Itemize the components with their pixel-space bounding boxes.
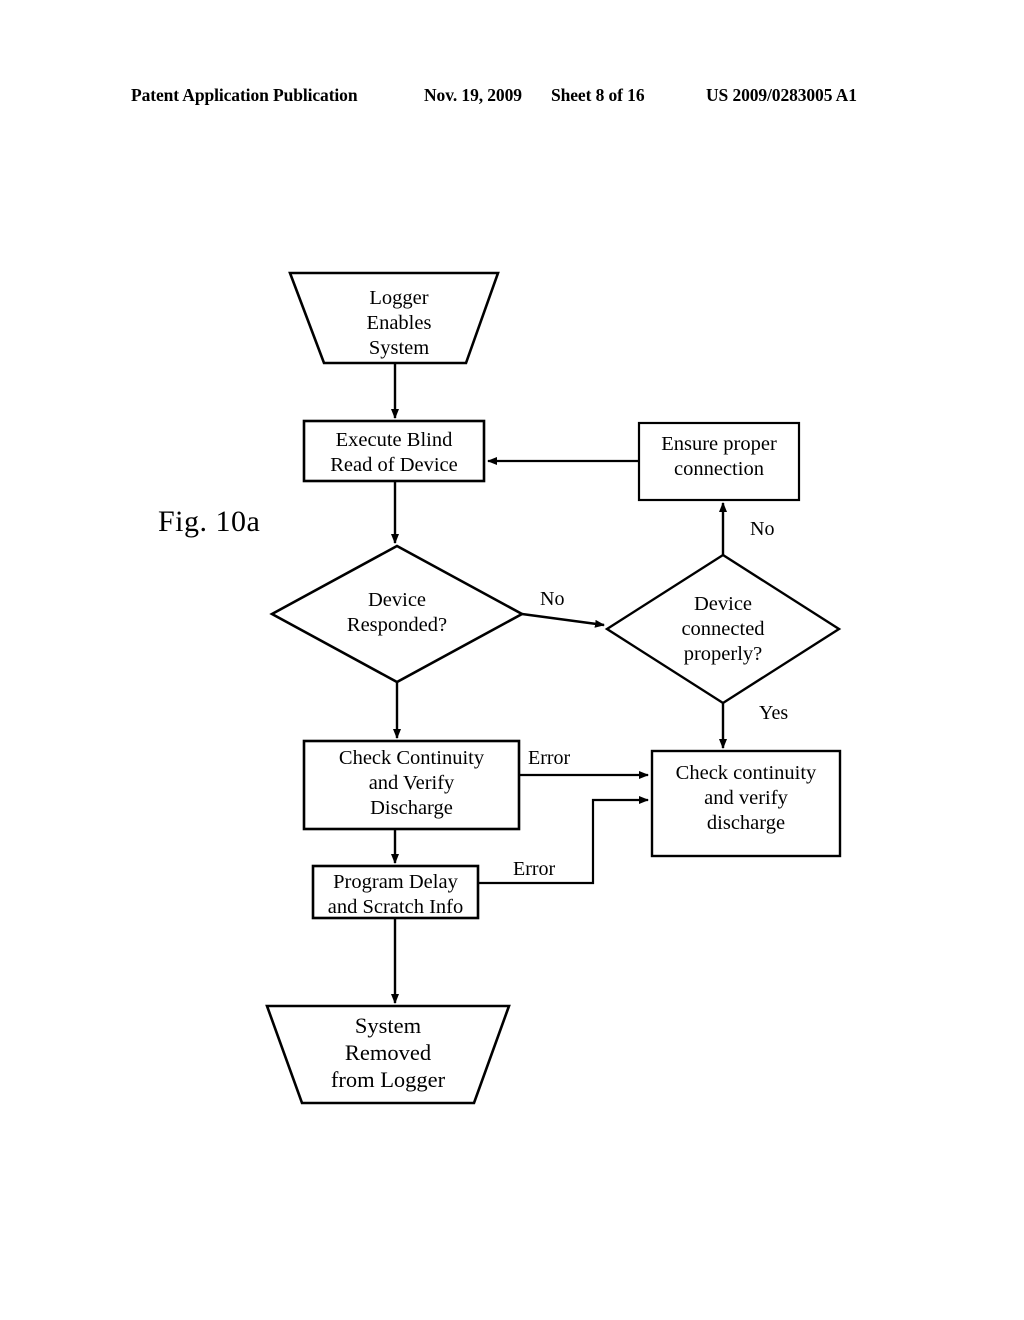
node-logger-enables-system <box>288 271 500 365</box>
edge-label-program-delay-error: Error <box>513 858 556 880</box>
edge-device-responded-no <box>521 612 605 628</box>
node-device-connected-properly <box>604 553 842 705</box>
node-execute-blind-read <box>302 419 486 483</box>
edge-label-device-connected-no: No <box>750 518 775 540</box>
edge-label-check-continuity-left-error: Error <box>528 747 571 769</box>
node-ensure-proper-connection <box>637 421 801 502</box>
edge-label-device-responded-no: No <box>540 588 565 610</box>
node-program-delay-scratch-info <box>311 864 480 920</box>
node-device-responded <box>269 544 525 684</box>
node-system-removed-from-logger <box>265 1004 511 1105</box>
node-check-continuity-verify-discharge-right <box>650 749 842 858</box>
flowchart-diagram: Device connected properly? --> Ensure pr… <box>265 271 842 1105</box>
node-check-continuity-verify-discharge-left <box>302 739 521 831</box>
edge-label-device-connected-yes: Yes <box>759 702 789 724</box>
